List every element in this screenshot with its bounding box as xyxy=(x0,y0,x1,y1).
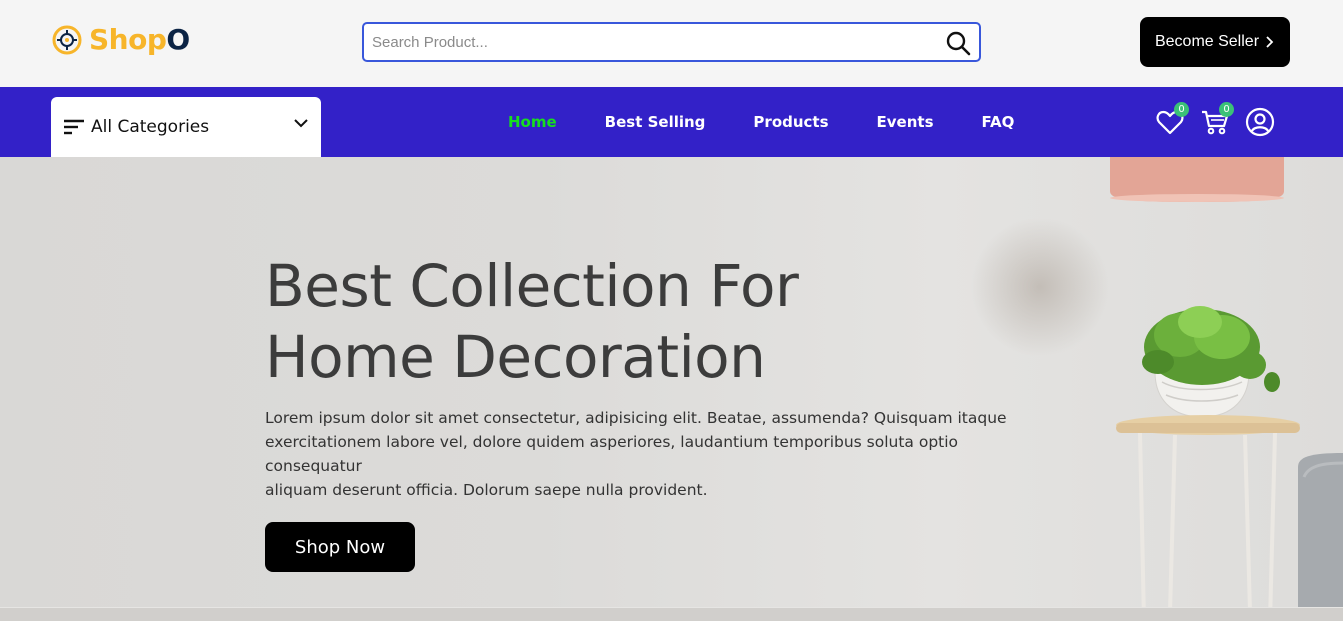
hero-description-line1: Lorem ipsum dolor sit amet consectetur, … xyxy=(265,409,1007,427)
account-button[interactable] xyxy=(1245,107,1275,137)
wishlist-count-badge: 0 xyxy=(1174,102,1189,117)
main-navbar: All Categories Home Best Selling Product… xyxy=(0,87,1343,157)
user-icon xyxy=(1245,107,1275,137)
hero-title-line2: Home Decoration xyxy=(265,323,766,391)
nav-link-best-selling[interactable]: Best Selling xyxy=(605,113,706,131)
decor-shadow xyxy=(970,217,1110,357)
menu-icon xyxy=(64,119,84,135)
wishlist-button[interactable]: 0 xyxy=(1155,102,1189,137)
sofa-image xyxy=(1298,453,1343,621)
nav-link-faq[interactable]: FAQ xyxy=(982,113,1015,131)
search-bar xyxy=(362,22,981,62)
search-input[interactable] xyxy=(372,24,932,60)
hero-description: Lorem ipsum dolor sit amet consectetur, … xyxy=(265,406,1045,502)
floor xyxy=(0,607,1343,621)
side-table-image xyxy=(1116,415,1300,621)
chevron-right-icon xyxy=(1266,36,1274,48)
potted-plant-image xyxy=(1142,306,1280,418)
nav-links: Home Best Selling Products Events FAQ xyxy=(508,87,1062,157)
cart-count-badge: 0 xyxy=(1219,102,1234,117)
logo[interactable]: ShopO xyxy=(51,22,190,58)
nav-link-products[interactable]: Products xyxy=(753,113,828,131)
nav-link-home[interactable]: Home xyxy=(508,113,557,131)
chevron-down-icon xyxy=(294,119,308,128)
logo-text-o: O xyxy=(166,23,190,56)
hero-title: Best Collection For Home Decoration xyxy=(265,251,885,393)
hero-description-line4: aliquam deserunt officia. Dolorum saepe … xyxy=(265,481,708,499)
hero-banner: Best Collection For Home Decoration Lore… xyxy=(0,157,1343,621)
categories-dropdown[interactable]: All Categories xyxy=(51,97,321,157)
home-decor-illustration xyxy=(1110,157,1343,621)
nav-link-events[interactable]: Events xyxy=(877,113,934,131)
hero-title-line1: Best Collection For xyxy=(265,252,799,320)
categories-label: All Categories xyxy=(91,117,210,137)
search-icon[interactable] xyxy=(945,30,971,56)
logo-icon xyxy=(52,25,82,55)
logo-text: ShopO xyxy=(89,22,190,58)
shop-now-button[interactable]: Shop Now xyxy=(265,522,415,572)
become-seller-label: Become Seller xyxy=(1154,33,1260,50)
pendant-lamp-image xyxy=(1110,157,1284,202)
hero-description-line2: exercitationem labore vel, dolore quidem… xyxy=(265,433,959,451)
top-header: ShopO Become Seller xyxy=(0,0,1343,87)
become-seller-button[interactable]: Become Seller xyxy=(1140,17,1290,67)
cart-button[interactable]: 0 xyxy=(1200,102,1234,137)
logo-text-shop: Shop xyxy=(89,23,167,56)
hero-description-line3: consequatur xyxy=(265,457,362,475)
